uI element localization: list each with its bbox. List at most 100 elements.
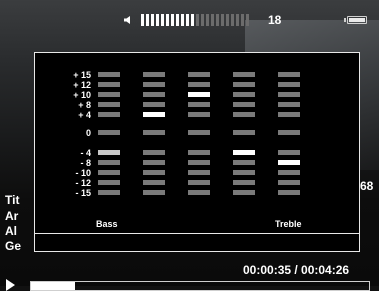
eq-band-3-step[interactable] <box>188 150 210 155</box>
eq-band-2-step[interactable] <box>143 72 165 77</box>
battery-icon <box>344 16 367 24</box>
volume-segment <box>166 14 169 26</box>
volume-segment <box>206 14 209 26</box>
scale-label: + 15 <box>73 70 91 80</box>
eq-band-3-step[interactable] <box>188 170 210 175</box>
eq-band-2-step[interactable] <box>143 180 165 185</box>
eq-band-1-step[interactable] <box>98 92 120 97</box>
eq-band-4-step[interactable] <box>233 170 255 175</box>
eq-band-5-step[interactable] <box>278 150 300 155</box>
eq-band-2-step[interactable] <box>143 112 165 117</box>
volume-segment <box>211 14 214 26</box>
band-label-bass: Bass <box>96 219 118 229</box>
scale-label: 0 <box>85 128 91 138</box>
eq-band-4-step[interactable] <box>233 102 255 107</box>
volume-segment <box>231 14 234 26</box>
eq-band-2-step[interactable] <box>143 150 165 155</box>
eq-band-2-step[interactable] <box>143 190 165 195</box>
eq-band-1-step[interactable] <box>98 170 120 175</box>
eq-band-5-step[interactable] <box>278 130 300 135</box>
eq-band-3-step[interactable] <box>188 72 210 77</box>
scale-label: + 8 <box>78 100 91 110</box>
scale-label: + 4 <box>78 110 91 120</box>
volume-segment <box>226 14 229 26</box>
eq-band-1-step[interactable] <box>98 72 120 77</box>
eq-band-5-step[interactable] <box>278 92 300 97</box>
volume-segment <box>191 14 194 26</box>
eq-band-2-step[interactable] <box>143 170 165 175</box>
genre-label: Ge <box>5 239 22 253</box>
scale-label: - 15 <box>75 188 91 198</box>
eq-band-1-step[interactable] <box>98 102 120 107</box>
eq-band-4-step[interactable] <box>233 180 255 185</box>
volume-segment <box>141 14 144 26</box>
band-label-treble: Treble <box>275 219 302 229</box>
eq-band-1-step[interactable] <box>98 150 120 155</box>
status-bar: 18 <box>0 0 379 44</box>
eq-band-4-step[interactable] <box>233 82 255 87</box>
eq-band-2-step[interactable] <box>143 130 165 135</box>
eq-band-2-step[interactable] <box>143 102 165 107</box>
eq-band-3-step[interactable] <box>188 180 210 185</box>
eq-band-3-step[interactable] <box>188 190 210 195</box>
eq-band-5-step[interactable] <box>278 180 300 185</box>
playback-progress-fill <box>31 282 76 290</box>
eq-band-4-step[interactable] <box>233 190 255 195</box>
eq-band-1-step[interactable] <box>98 112 120 117</box>
eq-band-4-step[interactable] <box>233 150 255 155</box>
volume-segment <box>221 14 224 26</box>
volume-value: 18 <box>268 13 282 27</box>
volume-segment <box>246 14 249 26</box>
artist-label: Ar <box>5 209 19 223</box>
eq-band-1-step[interactable] <box>98 190 120 195</box>
title-label: Tit <box>5 193 20 207</box>
eq-band-3-step[interactable] <box>188 82 210 87</box>
eq-band-2-step[interactable] <box>143 92 165 97</box>
volume-segment <box>156 14 159 26</box>
volume-segment <box>216 14 219 26</box>
playback-time: 00:00:35 / 00:04:26 <box>243 263 350 277</box>
eq-band-1-step[interactable] <box>98 82 120 87</box>
eq-band-2-step[interactable] <box>143 82 165 87</box>
scale-label: - 10 <box>75 168 91 178</box>
volume-segment <box>201 14 204 26</box>
volume-segment <box>236 14 239 26</box>
volume-level-meter[interactable] <box>141 14 249 26</box>
eq-band-4-step[interactable] <box>233 92 255 97</box>
eq-band-5-step[interactable] <box>278 72 300 77</box>
playback-progress-bar[interactable] <box>30 281 370 291</box>
equalizer-footer-strip <box>34 234 360 252</box>
album-label: Al <box>5 224 17 238</box>
volume-segment <box>186 14 189 26</box>
eq-band-5-step[interactable] <box>278 82 300 87</box>
eq-band-4-step[interactable] <box>233 112 255 117</box>
eq-band-5-step[interactable] <box>278 102 300 107</box>
eq-band-3-step[interactable] <box>188 112 210 117</box>
scale-label: + 12 <box>73 80 91 90</box>
eq-band-3-step[interactable] <box>188 102 210 107</box>
volume-segment <box>161 14 164 26</box>
eq-band-2-step[interactable] <box>143 160 165 165</box>
eq-band-5-step[interactable] <box>278 170 300 175</box>
volume-segment <box>176 14 179 26</box>
eq-band-4-step[interactable] <box>233 72 255 77</box>
eq-band-5-step[interactable] <box>278 112 300 117</box>
volume-segment <box>171 14 174 26</box>
eq-band-3-step[interactable] <box>188 130 210 135</box>
eq-band-3-step[interactable] <box>188 92 210 97</box>
eq-band-5-step[interactable] <box>278 160 300 165</box>
eq-band-3-step[interactable] <box>188 160 210 165</box>
eq-band-4-step[interactable] <box>233 130 255 135</box>
scale-label: - 4 <box>80 148 91 158</box>
equalizer-panel: + 15 + 12 + 10 + 8 + 4 0 - 4- 8- 10- 12- 15 Ba… <box>34 52 360 234</box>
eq-band-4-step[interactable] <box>233 160 255 165</box>
volume-segment <box>181 14 184 26</box>
eq-band-1-step[interactable] <box>98 180 120 185</box>
eq-band-1-step[interactable] <box>98 160 120 165</box>
scale-label: + 10 <box>73 90 91 100</box>
speaker-icon <box>124 16 130 24</box>
eq-band-5-step[interactable] <box>278 190 300 195</box>
scale-label: - 12 <box>75 178 91 188</box>
eq-band-1-step[interactable] <box>98 130 120 135</box>
volume-segment <box>196 14 199 26</box>
